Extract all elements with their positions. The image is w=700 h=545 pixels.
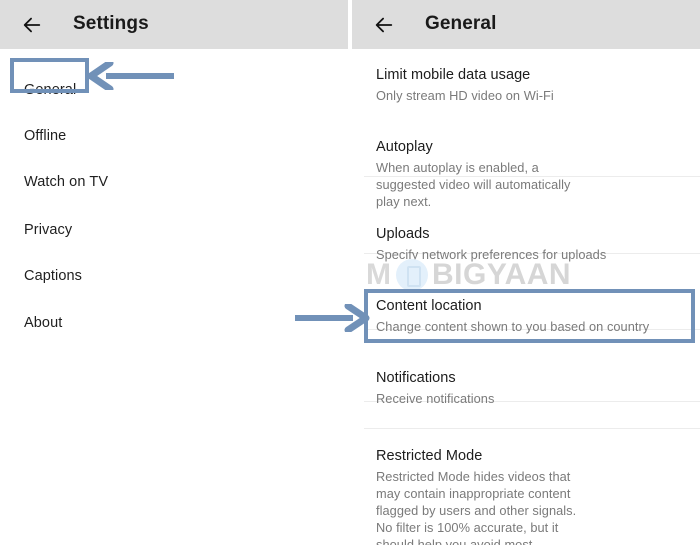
general-appbar: General: [352, 0, 700, 49]
sidebar-item-offline[interactable]: Offline: [0, 121, 348, 151]
sidebar-item-label: Offline: [24, 128, 67, 144]
setting-title: Limit mobile data usage: [376, 67, 531, 83]
general-title: General: [425, 13, 497, 34]
sidebar-item-label: General: [24, 82, 77, 98]
setting-subtitle: Restricted Mode hides videos that may co…: [376, 469, 577, 545]
arrow-left-icon[interactable]: [21, 14, 43, 36]
setting-subtitle: Change content shown to you based on cou…: [376, 319, 650, 334]
screenshot-root: Settings General Offline Watch on TV Pri…: [0, 0, 700, 545]
setting-title: Content location: [376, 298, 482, 314]
settings-appbar: Settings: [0, 0, 348, 49]
setting-title: Restricted Mode: [376, 448, 483, 464]
setting-subtitle: Receive notifications: [376, 391, 495, 406]
setting-subtitle: Only stream HD video on Wi-Fi: [376, 88, 554, 103]
settings-panel: Settings General Offline Watch on TV Pri…: [0, 0, 348, 545]
sidebar-item-label: Watch on TV: [24, 174, 109, 190]
sidebar-item-privacy[interactable]: Privacy: [0, 215, 348, 245]
sidebar-item-general[interactable]: General: [0, 75, 348, 105]
sidebar-item-label: Captions: [24, 268, 83, 284]
sidebar-item-watch-on-tv[interactable]: Watch on TV: [0, 167, 348, 197]
settings-title: Settings: [73, 13, 149, 34]
general-panel: General Limit mobile data usage Only str…: [352, 0, 700, 545]
general-settings-list: Limit mobile data usage Only stream HD v…: [352, 49, 700, 545]
setting-title: Notifications: [376, 370, 456, 386]
setting-subtitle: Specify network preferences for uploads: [376, 247, 607, 262]
setting-title: Uploads: [376, 226, 430, 242]
sidebar-item-label: Privacy: [24, 222, 73, 238]
arrow-left-icon[interactable]: [373, 14, 395, 36]
setting-title: Autoplay: [376, 139, 433, 155]
row-divider: [364, 428, 700, 429]
sidebar-item-label: About: [24, 315, 63, 331]
setting-subtitle: When autoplay is enabled, a suggested vi…: [376, 160, 571, 209]
sidebar-item-captions[interactable]: Captions: [0, 261, 348, 291]
sidebar-item-about[interactable]: About: [0, 308, 348, 338]
